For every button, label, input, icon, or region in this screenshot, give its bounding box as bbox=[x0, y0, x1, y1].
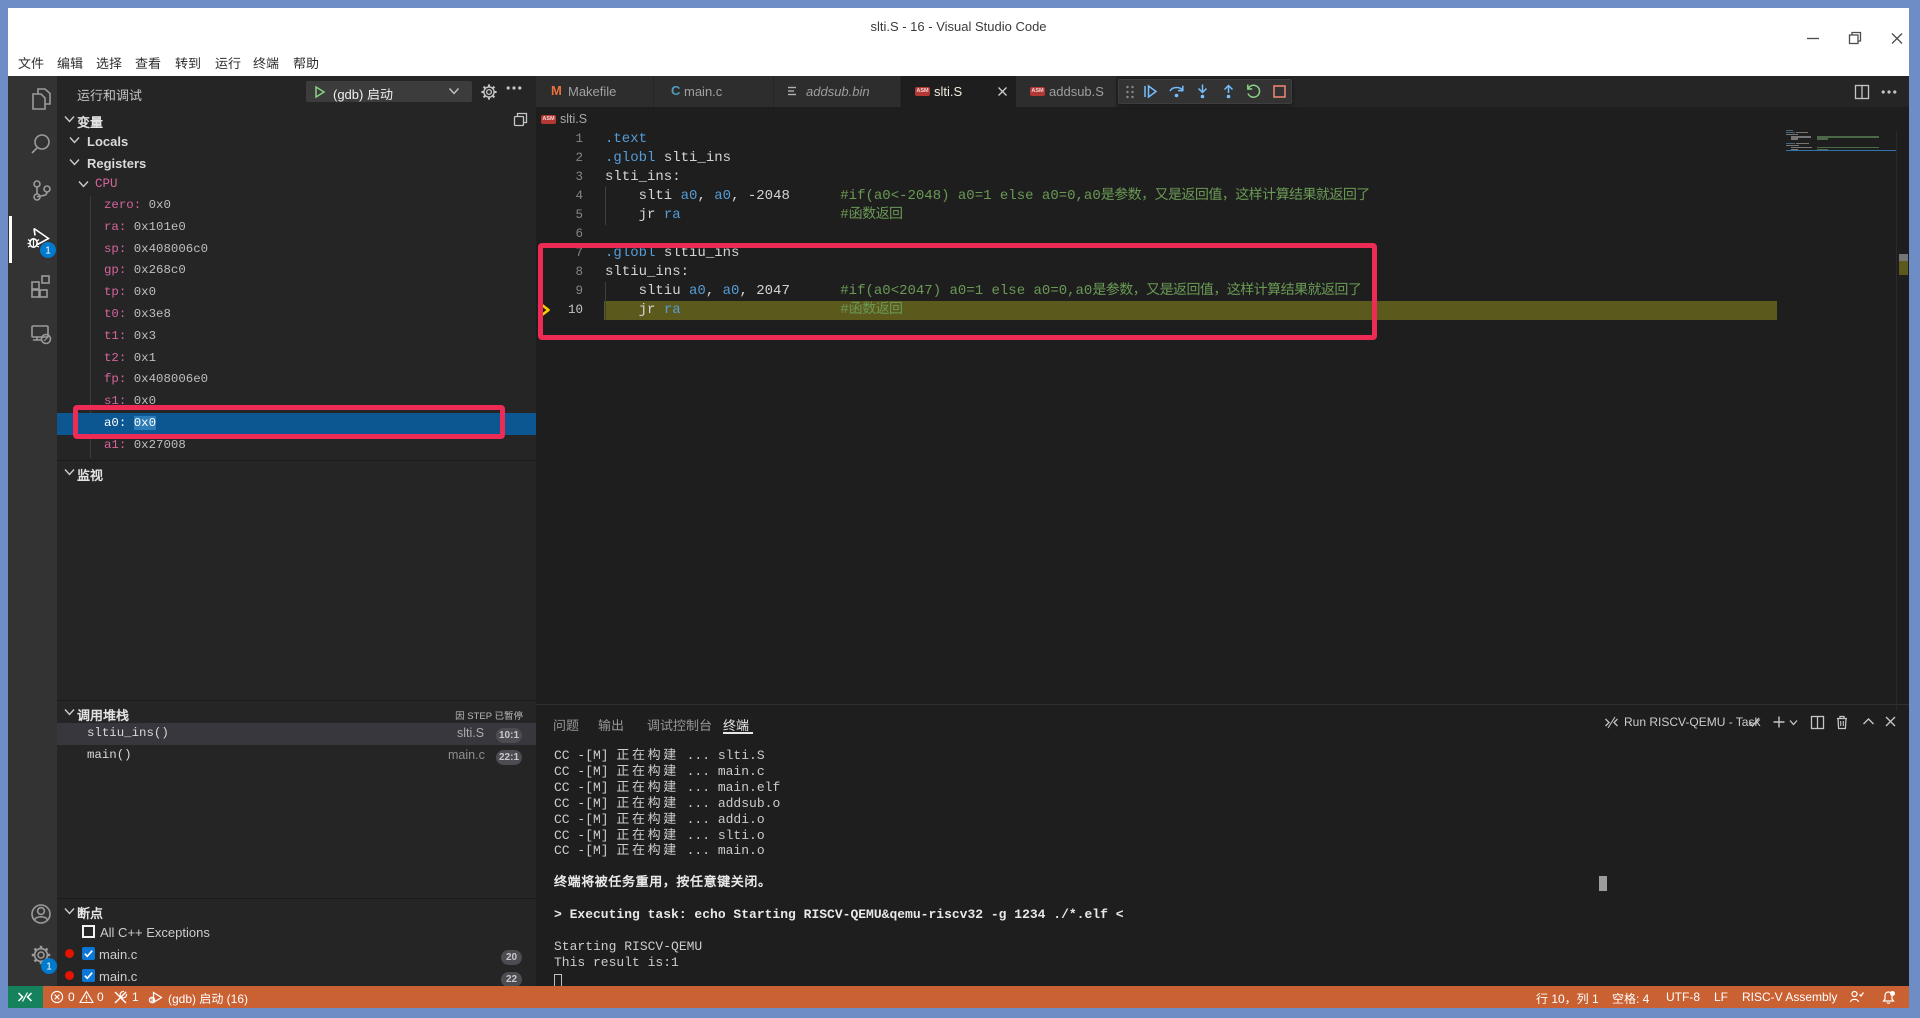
svg-text:1: 1 bbox=[45, 246, 51, 257]
svg-text:1: 1 bbox=[46, 962, 52, 973]
